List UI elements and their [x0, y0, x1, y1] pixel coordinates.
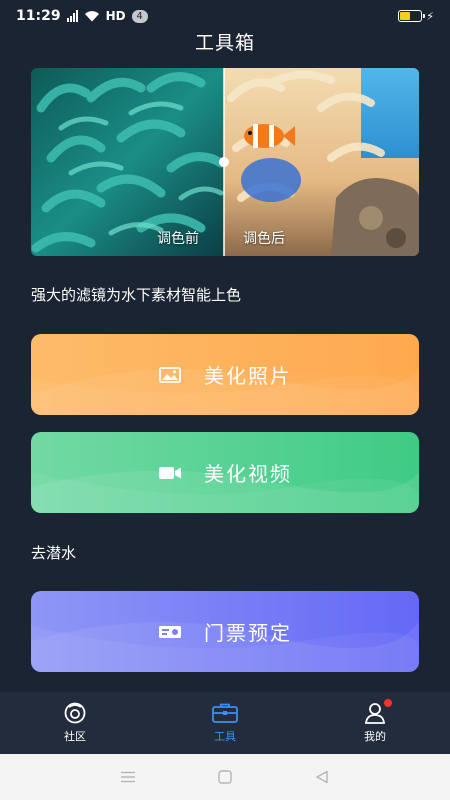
beautify-photo-label: 美化照片: [204, 364, 292, 388]
battery-icon: [398, 10, 426, 22]
nav-label-profile: 我的: [364, 730, 386, 743]
feature-tagline: 强大的滤镜为水下素材智能上色: [31, 286, 242, 304]
back-icon[interactable]: [313, 768, 331, 786]
nav-label-tools: 工具: [214, 730, 236, 743]
ticket-booking-button[interactable]: 门票预定: [31, 591, 419, 672]
toolbox-icon: [211, 702, 239, 724]
ticket-icon: [158, 623, 182, 641]
compare-slider-handle: [219, 157, 229, 167]
after-label: 调色后: [243, 231, 285, 247]
image-icon: [158, 366, 182, 384]
video-camera-icon: [158, 464, 182, 482]
underwater-scene-image: [31, 68, 419, 256]
system-navigation-bar: [0, 754, 450, 800]
notification-count-badge: 4: [131, 9, 148, 23]
unread-dot: [384, 699, 392, 707]
nav-item-tools[interactable]: 工具: [150, 692, 300, 754]
profile-icon: [361, 699, 392, 724]
beautify-photo-button[interactable]: 美化照片: [31, 334, 419, 415]
before-label: 调色前: [157, 231, 199, 247]
wifi-icon: [84, 11, 99, 22]
go-diving-heading: 去潜水: [31, 544, 77, 562]
signal-icon: [66, 10, 78, 22]
network-type: HD: [105, 9, 126, 23]
nav-item-community[interactable]: 社区: [0, 692, 150, 754]
page-title: 工具箱: [194, 32, 255, 54]
ticket-booking-label: 门票预定: [204, 621, 292, 645]
nav-item-profile[interactable]: 我的: [300, 692, 450, 754]
beautify-video-label: 美化视频: [204, 462, 292, 486]
community-icon: [61, 702, 89, 724]
beautify-video-button[interactable]: 美化视频: [31, 432, 419, 513]
filter-compare-image[interactable]: 调色前 调色后: [31, 68, 419, 256]
menu-icon[interactable]: [119, 768, 137, 786]
home-icon[interactable]: [216, 768, 234, 786]
nav-label-community: 社区: [64, 730, 86, 743]
bottom-navigation: 社区 工具 我的: [0, 692, 450, 754]
status-time: 11:29: [16, 8, 61, 24]
charging-icon: ⚡: [426, 9, 434, 23]
